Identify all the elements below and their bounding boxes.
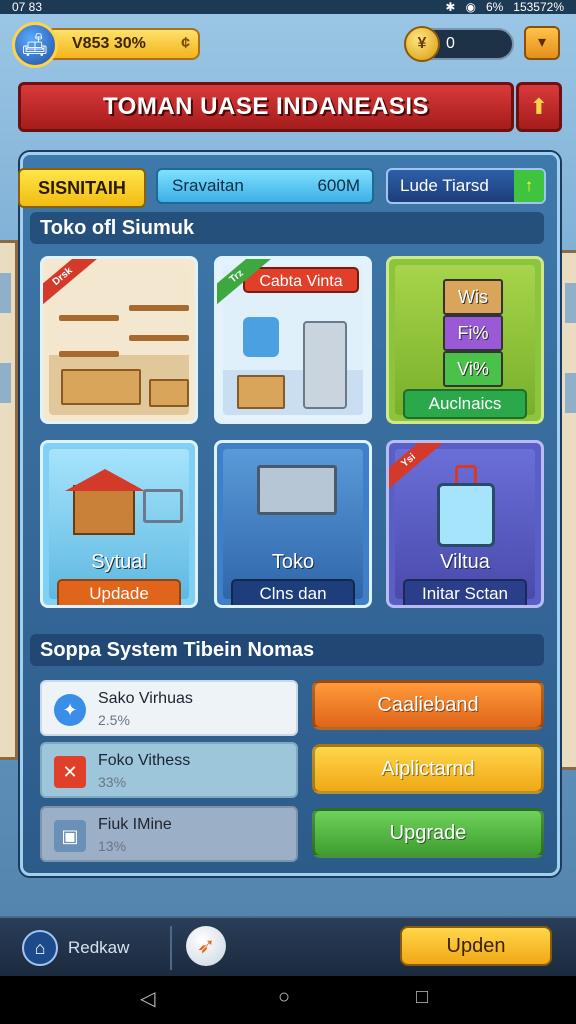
top-row: 🛋 V853 30% ¢ 0 ¥ ▾ xyxy=(12,20,564,70)
upgrade-button[interactable]: Upgrade xyxy=(312,808,544,858)
cart xyxy=(143,489,183,523)
shelf xyxy=(129,335,189,341)
section-title-system: Soppa System Tibein Nomas xyxy=(30,634,544,666)
list-item-name: Fiuk IMine xyxy=(98,816,172,833)
title-banner: TOMAN UASE INDANEASIS xyxy=(18,82,514,132)
card-label: Viltua xyxy=(440,551,490,573)
coin-icon: ¥ xyxy=(404,26,440,62)
background-building-left xyxy=(0,240,18,760)
bluetooth-icon: ✱ xyxy=(445,0,456,14)
list-item-name: Foko Vithess xyxy=(98,752,191,769)
shelf xyxy=(59,315,119,321)
compass-icon: ✦ xyxy=(54,694,86,726)
battery-text: 6% xyxy=(485,0,504,14)
coins-value: V853 30% xyxy=(72,35,146,52)
trend-arrow-icon: ↑ xyxy=(514,170,544,202)
trend-label: Lude Tiarsd xyxy=(400,176,489,195)
shop-card-2[interactable]: Cabta Vinta Trz xyxy=(214,256,372,424)
card-button[interactable]: Updade xyxy=(57,579,181,605)
cart-basket xyxy=(257,465,337,515)
status-left: 07 83 xyxy=(12,0,43,14)
action-button-1[interactable]: Caalieband xyxy=(312,680,544,730)
list-item[interactable]: ✕ Foko Vithess 33% xyxy=(40,742,298,798)
shop-card-3[interactable]: Wis Fi% Vi% Auclnaics xyxy=(386,256,544,424)
list-item-name: Sako Virhuas xyxy=(98,690,193,707)
info-value: 600M xyxy=(317,176,360,195)
action-button-2[interactable]: Aiplictarnd xyxy=(312,744,544,794)
machine xyxy=(303,321,347,409)
shop-card-1[interactable]: Drsk xyxy=(40,256,198,424)
list-item[interactable]: ▣ Fiuk IMine 13% xyxy=(40,806,298,862)
stack-box: Vi% xyxy=(443,351,503,387)
list-item-pct: 13% xyxy=(98,838,127,854)
home-nav-icon[interactable]: ○ xyxy=(278,986,290,1009)
card-label: Sytual xyxy=(91,551,147,573)
shelf xyxy=(129,305,189,311)
category-tag[interactable]: SISNITAIH xyxy=(18,168,146,208)
status-bar: 07 83 ✱ ◉ 6% 153572% xyxy=(0,0,576,14)
box xyxy=(149,379,189,407)
card-label: Toko xyxy=(271,551,315,573)
box xyxy=(237,375,285,409)
coins-pill[interactable]: V853 30% ¢ xyxy=(46,28,200,60)
update-button[interactable]: Upden xyxy=(400,926,552,966)
house-roof xyxy=(65,469,145,491)
counter xyxy=(61,369,141,405)
info-label: Sravaitan xyxy=(172,176,244,195)
card-label: Cabta Vinta xyxy=(243,267,359,293)
info-pill: Sravaitan 600M xyxy=(156,168,374,204)
luggage-art xyxy=(395,449,535,599)
list-item[interactable]: ✦ Sako Virhuas 2.5% xyxy=(40,680,298,736)
shelf xyxy=(59,351,119,357)
back-icon[interactable]: ◁ xyxy=(140,986,155,1011)
time-text: 153572% xyxy=(513,0,564,14)
house-cart-art xyxy=(49,449,189,599)
shop-card-6[interactable]: Ysi Viltua Initar Sctan xyxy=(386,440,544,608)
list-item-pct: 33% xyxy=(98,774,127,790)
recent-apps-icon[interactable]: □ xyxy=(416,986,428,1009)
status-right: ✱ ◉ 6% 153572% xyxy=(445,0,564,14)
system-nav-bar: ◁ ○ □ xyxy=(0,976,576,1024)
luggage-handle xyxy=(455,465,477,483)
title-up-icon[interactable]: ⬆ xyxy=(516,82,562,132)
section-title-shops: Toko ofl Siumuk xyxy=(30,212,544,244)
rocket-icon[interactable]: ➶ xyxy=(186,926,226,966)
shop-interior-art xyxy=(49,265,189,415)
divider xyxy=(170,926,172,970)
stack-box: Fi% xyxy=(443,315,503,351)
cart-art xyxy=(223,449,363,599)
bottom-bar: ⌂ Redkaw ➶ Upden xyxy=(0,916,576,976)
shop-card-5[interactable]: Toko Clns dan xyxy=(214,440,372,608)
wifi-icon: ◉ xyxy=(465,0,476,14)
card-button[interactable]: Clns dan xyxy=(231,579,355,605)
bottom-label[interactable]: Redkaw xyxy=(68,938,129,958)
house xyxy=(73,485,135,535)
stack-box: Wis xyxy=(443,279,503,315)
card-button[interactable]: Initar Sctan xyxy=(403,579,527,605)
home-icon[interactable]: ⌂ xyxy=(22,930,58,966)
background-building-right xyxy=(558,250,576,770)
menu-button[interactable]: ▾ xyxy=(524,26,560,60)
list-item-pct: 2.5% xyxy=(98,712,130,728)
luggage xyxy=(437,483,495,547)
card-button[interactable]: Auclnaics xyxy=(403,389,527,419)
tools-icon: ✕ xyxy=(54,756,86,788)
shirt xyxy=(243,317,279,357)
gem-value: 0 xyxy=(446,35,455,52)
shop-card-4[interactable]: Sytual Updade xyxy=(40,440,198,608)
coins-plus-icon[interactable]: ¢ xyxy=(181,30,190,58)
box-icon: ▣ xyxy=(54,820,86,852)
avatar[interactable]: 🛋 xyxy=(12,22,58,68)
trend-pill[interactable]: Lude Tiarsd ↑ xyxy=(386,168,546,204)
